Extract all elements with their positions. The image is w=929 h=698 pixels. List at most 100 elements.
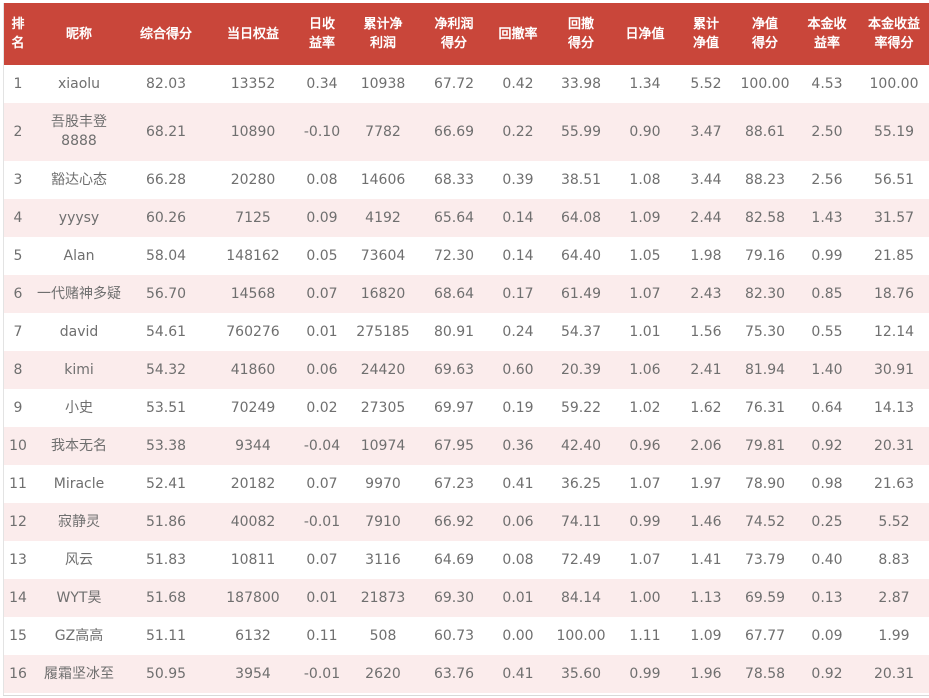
value-cell: 67.23 — [433, 475, 475, 492]
value-cell: 78.58 — [744, 665, 786, 682]
value-cell: 760276 — [226, 323, 280, 340]
value-cell: 20280 — [230, 171, 276, 188]
column-header[interactable]: 净利润 得分 — [421, 3, 487, 65]
column-header[interactable]: 累计 净值 — [677, 3, 735, 65]
value-cell: 79.16 — [744, 247, 786, 264]
value-cell: 21873 — [360, 589, 406, 606]
column-header[interactable]: 本金收 益率 — [795, 3, 859, 65]
value-cell: 0.14 — [502, 247, 534, 264]
value-cell: 63.76 — [433, 665, 475, 682]
value-cell: 1.05 — [629, 247, 661, 264]
value-cell: 65.64 — [433, 209, 475, 226]
value-cell: 72.30 — [433, 247, 475, 264]
value-cell: 1.40 — [811, 361, 843, 378]
value-cell: 1.41 — [690, 551, 722, 568]
column-header[interactable]: 日净值 — [613, 3, 677, 65]
value-cell: 0.02 — [306, 399, 338, 416]
nickname-cell: david — [59, 323, 99, 340]
value-cell: 20.39 — [560, 361, 602, 378]
column-header[interactable]: 回撤率 — [487, 3, 549, 65]
value-cell: 1.07 — [629, 475, 661, 492]
value-cell: 2.43 — [690, 285, 722, 302]
value-cell: 60.26 — [145, 209, 187, 226]
table-row[interactable]: 6 一代赌神多疑 56.70 14568 0.07 16820 68.64 0.17 61.49… — [3, 275, 929, 313]
value-cell: 75.30 — [744, 323, 786, 340]
column-header[interactable]: 当日权益 — [207, 3, 299, 65]
value-cell: 52.41 — [145, 475, 187, 492]
value-cell: 74.11 — [560, 513, 602, 530]
value-cell: 1.56 — [690, 323, 722, 340]
value-cell: 0.42 — [502, 75, 534, 92]
value-cell: 88.61 — [744, 123, 786, 140]
table-row[interactable]: 12 寂静灵 51.86 40082 -0.01 7910 66.92 0.06 74.11 0.… — [3, 503, 929, 541]
table-row[interactable]: 3 豁达心态 66.28 20280 0.08 14606 68.33 0.39 38.51 1.… — [3, 161, 929, 199]
value-cell: 1.34 — [629, 75, 661, 92]
nickname-cell: GZ高高 — [54, 627, 104, 644]
table-header: 排名昵称 综合得分 当日权益 日收 益率 累计净 利润 净利润 得分 回撤率 回撤 得分 日净值 累计 净值… — [3, 3, 929, 65]
value-cell: 50.95 — [145, 665, 187, 682]
column-header[interactable]: 日收 益率 — [299, 3, 345, 65]
table-row[interactable]: 7 david 54.61 760276 0.01 275185 80.91 0.24 54.3… — [3, 313, 929, 351]
column-header-label: 益率 — [308, 36, 335, 51]
table-row[interactable]: 10 我本无名 53.38 9344 -0.04 10974 67.95 0.36 42.40 0… — [3, 427, 929, 465]
value-cell: 60.73 — [433, 627, 475, 644]
column-header-label: 回撤率 — [498, 26, 538, 42]
column-header[interactable]: 排名 — [3, 3, 33, 65]
value-cell: 3954 — [235, 665, 271, 682]
column-header[interactable]: 回撤 得分 — [549, 3, 613, 65]
table-row[interactable]: 9 小史 53.51 70249 0.02 27305 69.97 0.19 59.22 1.02… — [3, 389, 929, 427]
value-cell: 2.44 — [690, 209, 722, 226]
table-row[interactable]: 4 yyysy 60.26 7125 0.09 4192 65.64 0.14 64.08 1.0… — [3, 199, 929, 237]
value-cell: 5.52 — [690, 75, 722, 92]
table-left-border — [3, 3, 4, 696]
rank-cell: 14 — [9, 589, 27, 606]
value-cell: 61.49 — [560, 285, 602, 302]
column-header[interactable]: 净值 得分 — [735, 3, 795, 65]
value-cell: 67.95 — [433, 437, 475, 454]
value-cell: 100.00 — [740, 75, 790, 92]
rank-cell: 4 — [13, 209, 23, 226]
value-cell: 187800 — [226, 589, 280, 606]
table-row[interactable]: 15 GZ高高 51.11 6132 0.11 508 60.73 0.00 100.00 1.1… — [3, 617, 929, 655]
value-cell: 1.01 — [629, 323, 661, 340]
column-header-label: 日净值 — [625, 26, 665, 42]
value-cell: 3116 — [365, 551, 401, 568]
column-header[interactable]: 综合得分 — [125, 3, 207, 65]
value-cell: 10890 — [230, 123, 276, 140]
table-row[interactable]: 14 WYT昊 51.68 187800 0.01 21873 69.30 0.01 84.14… — [3, 579, 929, 617]
value-cell: 13352 — [230, 75, 276, 92]
value-cell: 51.11 — [145, 627, 187, 644]
value-cell: 54.37 — [560, 323, 602, 340]
rank-cell: 3 — [13, 171, 23, 188]
table-row[interactable]: 2 吾股丰登8888 68.21 10890 -0.10 7782 66.69 0.22 55.… — [3, 103, 929, 161]
value-cell: 21.85 — [873, 247, 915, 264]
column-header[interactable]: 昵称 — [33, 3, 125, 65]
table-row[interactable]: 11 Miracle 52.41 20182 0.07 9970 67.23 0.41 36.2… — [3, 465, 929, 503]
column-header-label: 净值 — [751, 17, 778, 32]
value-cell: 64.08 — [560, 209, 602, 226]
table-row[interactable]: 16 履霜坚冰至 50.95 3954 -0.01 2620 63.76 0.41 35.60 0… — [3, 655, 929, 693]
column-header-label: 综合得分 — [139, 26, 192, 42]
value-cell: 9970 — [365, 475, 401, 492]
rank-cell: 10 — [9, 437, 27, 454]
nickname-cell: Alan — [63, 247, 95, 264]
rank-cell: 13 — [9, 551, 27, 568]
value-cell: -0.10 — [303, 123, 341, 140]
rank-cell: 7 — [13, 323, 23, 340]
value-cell: 4.53 — [811, 75, 843, 92]
value-cell: 7910 — [365, 513, 401, 530]
value-cell: 1.02 — [629, 399, 661, 416]
value-cell: 54.61 — [145, 323, 187, 340]
table-row[interactable]: 13 风云 51.83 10811 0.07 3116 64.69 0.08 72.49 1.07… — [3, 541, 929, 579]
value-cell: 1.46 — [690, 513, 722, 530]
value-cell: -0.01 — [303, 665, 341, 682]
rank-cell: 8 — [13, 361, 23, 378]
ranking-table-container: 排名昵称 综合得分 当日权益 日收 益率 累计净 利润 净利润 得分 回撤率 回撤 得分 日净值 累计 净值… — [0, 0, 929, 698]
table-row[interactable]: 1 xiaolu 82.03 13352 0.34 10938 67.72 0.42 33.98… — [3, 65, 929, 103]
column-header[interactable]: 本金收益 率得分 — [859, 3, 929, 65]
column-header[interactable]: 累计净 利润 — [345, 3, 421, 65]
value-cell: 40082 — [230, 513, 276, 530]
nickname-cell: 我本无名 — [51, 437, 107, 454]
table-row[interactable]: 5 Alan 58.04 148162 0.05 73604 72.30 0.14 64.40 1… — [3, 237, 929, 275]
table-row[interactable]: 8 kimi 54.32 41860 0.06 24420 69.63 0.60 20.39 1.… — [3, 351, 929, 389]
